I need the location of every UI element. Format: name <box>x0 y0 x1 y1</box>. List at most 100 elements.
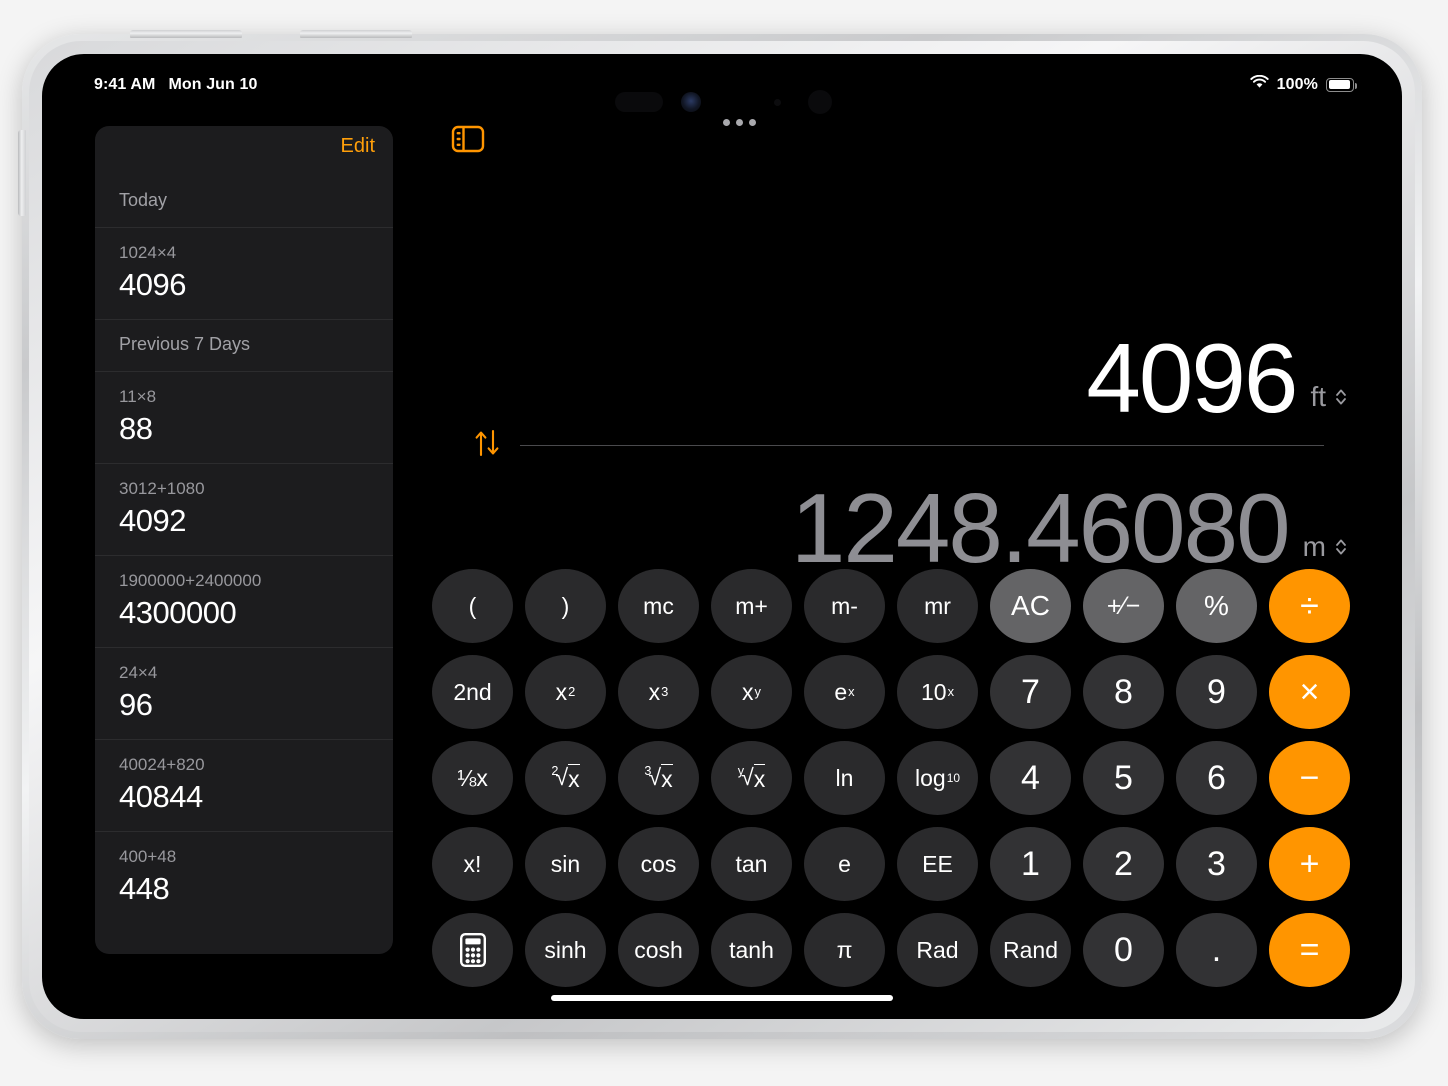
key-hyperbolic-cosine[interactable]: cosh <box>618 913 699 987</box>
key-natural-log[interactable]: ln <box>804 741 885 815</box>
key-5[interactable]: 5 <box>1083 741 1164 815</box>
key-9[interactable]: 9 <box>1176 655 1257 729</box>
key-hyperbolic-sine[interactable]: sinh <box>525 913 606 987</box>
key-7[interactable]: 7 <box>990 655 1071 729</box>
key-decimal-point[interactable]: . <box>1176 913 1257 987</box>
calculator-icon <box>459 933 486 967</box>
key-open-paren[interactable]: ( <box>432 569 513 643</box>
key-exponent-entry[interactable]: EE <box>897 827 978 901</box>
history-expression: 1024×4 <box>119 243 177 262</box>
status-bar-right: 100% <box>1250 74 1357 94</box>
display-row-primary: 4096 ft <box>460 329 1348 427</box>
key-sine[interactable]: sin <box>525 827 606 901</box>
key-calculator-mode[interactable] <box>432 913 513 987</box>
primary-value: 4096 <box>1086 323 1298 433</box>
key-3[interactable]: 3 <box>1176 827 1257 901</box>
history-item[interactable]: 1024×4 4096 <box>95 228 393 319</box>
key-4[interactable]: 4 <box>990 741 1071 815</box>
key-y-root[interactable]: y √ x <box>711 741 792 815</box>
status-date: Mon Jun 10 <box>168 76 258 93</box>
history-item[interactable]: 3012+1080 4092 <box>95 464 393 555</box>
key-all-clear[interactable]: AC <box>990 569 1071 643</box>
key-8[interactable]: 8 <box>1083 655 1164 729</box>
key-log-base-10[interactable]: log 10 <box>897 741 978 815</box>
history-result: 96 <box>119 687 153 722</box>
primary-unit-label: ft <box>1310 381 1326 412</box>
key-1[interactable]: 1 <box>990 827 1071 901</box>
key-x-squared[interactable]: x2 <box>525 655 606 729</box>
key-cube-root[interactable]: 3 √ x <box>618 741 699 815</box>
sidebar-header: Edit <box>95 126 393 176</box>
key-factorial[interactable]: x! <box>432 827 513 901</box>
key-equals[interactable]: = <box>1269 913 1350 987</box>
key-reciprocal[interactable]: ⅛x <box>432 741 513 815</box>
sidebar-toggle-icon[interactable] <box>451 125 485 153</box>
key-2[interactable]: 2 <box>1083 827 1164 901</box>
history-item[interactable]: 400+48 448 <box>95 832 393 923</box>
key-close-paren[interactable]: ) <box>525 569 606 643</box>
key-plus-minus[interactable]: +⁄− <box>1083 569 1164 643</box>
key-euler-number[interactable]: e <box>804 827 885 901</box>
status-bar: 9:41 AM Mon Jun 10 100% <box>42 54 1402 110</box>
history-sidebar: Edit Today 1024×4 4096 Previous 7 Days 11×8 8… <box>95 126 393 954</box>
key-percent[interactable]: % <box>1176 569 1257 643</box>
history-item[interactable]: 24×4 96 <box>95 648 393 739</box>
key-add[interactable]: + <box>1269 827 1350 901</box>
history-result: 88 <box>119 411 153 446</box>
key-6[interactable]: 6 <box>1176 741 1257 815</box>
key-tangent[interactable]: tan <box>711 827 792 901</box>
key-0[interactable]: 0 <box>1083 913 1164 987</box>
history-result: 448 <box>119 871 170 906</box>
unit-swap-row <box>472 427 1324 464</box>
history-section-header: Today <box>119 190 168 210</box>
display-row-secondary: 1248.46080 m <box>460 479 1348 577</box>
key-x-power-y[interactable]: xy <box>711 655 792 729</box>
device-bezel: 9:41 AM Mon Jun 10 100% Edit Today 1024×… <box>29 41 1415 1032</box>
key-second-function[interactable]: 2nd <box>432 655 513 729</box>
chevron-up-down-icon <box>1334 537 1348 557</box>
key-square-root[interactable]: 2 √ x <box>525 741 606 815</box>
key-divide[interactable]: ÷ <box>1269 569 1350 643</box>
key-hyperbolic-tangent[interactable]: tanh <box>711 913 792 987</box>
keypad-row: ⅛x 2 √ x 3 √ x y √ x ln log 10 4 5 6− <box>432 741 1350 815</box>
swap-vertical-arrows-icon[interactable] <box>472 427 502 464</box>
key-multiply[interactable]: × <box>1269 655 1350 729</box>
key-cosine[interactable]: cos <box>618 827 699 901</box>
key-memory-clear[interactable]: mc <box>618 569 699 643</box>
volume-down-button[interactable] <box>300 30 412 38</box>
status-bar-left: 9:41 AM Mon Jun 10 <box>94 76 257 94</box>
chevron-up-down-icon <box>1334 387 1348 407</box>
volume-up-button[interactable] <box>130 30 242 38</box>
primary-unit-selector[interactable]: ft <box>1310 381 1348 427</box>
key-ten-power-x[interactable]: 10 x <box>897 655 978 729</box>
conversion-display: 4096 ft 1248.46080 m <box>460 329 1348 577</box>
key-random[interactable]: Rand <box>990 913 1071 987</box>
display-divider <box>520 445 1324 446</box>
history-list[interactable]: Today 1024×4 4096 Previous 7 Days 11×8 88 3012… <box>95 176 393 923</box>
key-x-cubed[interactable]: x3 <box>618 655 699 729</box>
power-button[interactable] <box>18 130 26 216</box>
history-result: 4300000 <box>119 595 237 630</box>
key-memory-recall[interactable]: mr <box>897 569 978 643</box>
key-memory-add[interactable]: m+ <box>711 569 792 643</box>
history-expression: 1900000+2400000 <box>119 571 262 590</box>
key-e-power-x[interactable]: ex <box>804 655 885 729</box>
key-pi[interactable]: π <box>804 913 885 987</box>
key-memory-subtract[interactable]: m- <box>804 569 885 643</box>
battery-level-fill <box>1328 80 1350 89</box>
key-radians[interactable]: Rad <box>897 913 978 987</box>
home-indicator[interactable] <box>551 995 893 1001</box>
history-expression: 3012+1080 <box>119 479 205 498</box>
history-expression: 40024+820 <box>119 755 205 774</box>
history-item[interactable]: 11×8 88 <box>95 372 393 463</box>
key-subtract[interactable]: − <box>1269 741 1350 815</box>
history-item[interactable]: 1900000+2400000 4300000 <box>95 556 393 647</box>
history-item[interactable]: 40024+820 40844 <box>95 740 393 831</box>
edit-button[interactable]: Edit <box>341 135 375 158</box>
history-section-header: Previous 7 Days <box>119 334 251 354</box>
calculator-pane: 4096 ft 1248.46080 m () mc m+ m- mr AC … <box>402 114 1372 989</box>
history-expression: 24×4 <box>119 663 158 682</box>
keypad-row: () mc m+ m-mr AC +⁄−% ÷ <box>432 569 1350 643</box>
history-result: 4092 <box>119 503 186 538</box>
status-time: 9:41 AM <box>94 76 156 93</box>
